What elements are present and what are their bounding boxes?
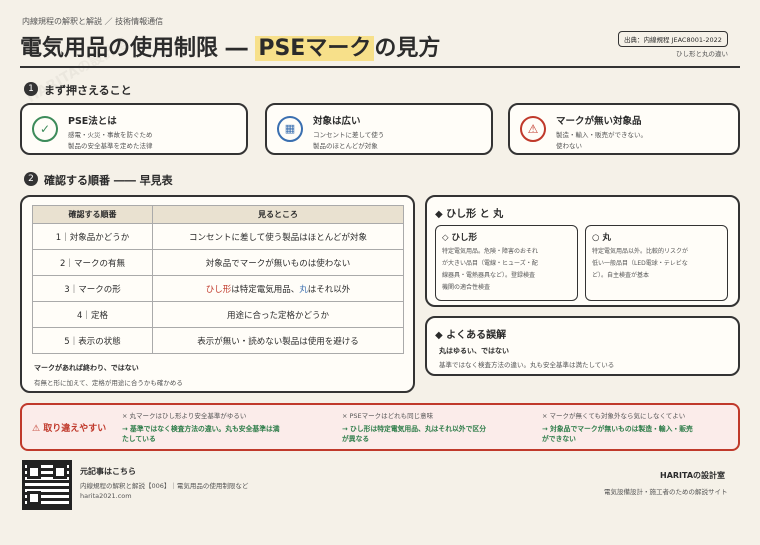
card-text: 製造・輸入・販売ができない。 <box>556 131 647 139</box>
mistake-item: × 丸マークはひし形より安全基準がゆるい → 基準ではなく検査方法の違い。丸も安… <box>122 412 280 443</box>
note-title: マークがあれば終わり、ではない <box>34 364 139 372</box>
subtitle: ひし形と丸の違い <box>676 50 728 58</box>
warning-icon: ⚠ <box>32 424 44 434</box>
site-url[interactable]: harita2021.com <box>80 492 132 500</box>
table-header: 確認する順番 <box>32 205 153 224</box>
mistakes-label: ⚠ 取り違えやすい <box>32 424 107 434</box>
section-title: 確認する順番 ―― 早見表 <box>44 174 173 187</box>
table-row: 1｜対象品かどうか コンセントに差して使う製品はほとんどが対象 <box>32 223 404 250</box>
card-title: ◆ ひし形 と 丸 <box>435 209 504 220</box>
section-number: 2 <box>24 172 38 186</box>
divider <box>20 66 740 68</box>
card-text: コンセントに差して使う <box>313 131 385 139</box>
card-title: 対象は広い <box>313 116 361 127</box>
table-header: 見るところ <box>152 205 404 224</box>
order-table: 確認する順番 見るところ 1｜対象品かどうか コンセントに差して使う製品はほとんどが… <box>32 205 404 354</box>
diamond-box: ◇ ひし形 特定電気用品。危険・障害のおそれ が大きい品目（電線・ヒューズ・配 … <box>435 225 578 301</box>
shapes-card: ◆ ひし形 と 丸 ◇ ひし形 特定電気用品。危険・障害のおそれ が大きい品目（… <box>425 195 740 307</box>
warning-icon: ⚠ <box>520 116 546 142</box>
order-table-card: 確認する順番 見るところ 1｜対象品かどうか コンセントに差して使う製品はほとんどが… <box>20 195 415 393</box>
card-text: 製品の安全基準を定めた法律 <box>68 142 153 150</box>
table-row: 4｜定格 用途に合った定格かどうか <box>32 301 404 328</box>
table-row: 2｜マークの有無 対象品でマークが無いものは使わない <box>32 249 404 276</box>
note-text: 有無と形に加えて、定格が用途に合うかも確かめる <box>34 379 183 387</box>
card-title: ◆ よくある誤解 <box>435 330 507 341</box>
qr-code[interactable] <box>22 460 72 510</box>
table-row: 3｜マークの形 ひし形は特定電気用品、丸はそれ以外 <box>32 275 404 302</box>
mistake-item: × PSEマークはどれも同じ意味 → ひし形は特定電気用品、丸はそれ以外で区分 … <box>342 412 486 443</box>
source-badge: 出典：内線規程 JEAC8001-2022 <box>618 31 728 47</box>
faq-answer: 基準ではなく検査方法の違い。丸も安全基準は満たしている <box>439 361 615 369</box>
mistake-item: × マークが無くても対象外なら気にしなくてよい → 対象品でマークが無いものは製… <box>542 412 693 443</box>
article-link-label: 元記事はこちら <box>80 467 136 476</box>
section-title: まず押さえること <box>44 84 132 97</box>
card-title: PSE法とは <box>68 116 117 127</box>
info-card-no-mark: ⚠ マークが無い対象品 製造・輸入・販売ができない。 使わない <box>508 103 740 155</box>
table-row: 5｜表示の状態 表示が無い・読めない製品は使用を避ける <box>32 327 404 354</box>
circle-box: ○ 丸 特定電気用品以外。比較的リスクが 低い一般品目（LED電球・テレビな ど… <box>585 225 728 301</box>
mistakes-banner: ⚠ 取り違えやすい × 丸マークはひし形より安全基準がゆるい → 基準ではなく検… <box>20 403 740 451</box>
page-title: 電気用品の使用制限 ― PSEマーク の見方 <box>20 36 441 61</box>
calculator-icon: ▦ <box>277 116 303 142</box>
faq-card: ◆ よくある誤解 丸はゆるい、ではない 基準ではなく検査方法の違い。丸も安全基準… <box>425 316 740 376</box>
shield-check-icon: ✓ <box>32 116 58 142</box>
card-text: 製品のほとんどが対象 <box>313 142 378 150</box>
info-card-pse: ✓ PSE法とは 感電・火災・事故を防ぐため 製品の安全基準を定めた法律 <box>20 103 248 155</box>
info-card-scope: ▦ 対象は広い コンセントに差して使う 製品のほとんどが対象 <box>265 103 493 155</box>
brand-tagline: 電気設備設計・施工者のための解説サイト <box>604 488 728 496</box>
card-title: マークが無い対象品 <box>556 116 642 127</box>
series-label: 内線規程の解釈と解説 ／ 技術情報通信 <box>22 17 164 26</box>
article-link[interactable]: 内線規程の解釈と解説【006】｜電気用品の使用制限など <box>80 480 248 490</box>
card-text: 感電・火災・事故を防ぐため <box>68 131 153 139</box>
section-number: 1 <box>24 82 38 96</box>
faq-question: 丸はゆるい、ではない <box>439 347 509 355</box>
card-text: 使わない <box>556 142 582 150</box>
brand-name: HARITAの設計室 <box>660 471 726 480</box>
